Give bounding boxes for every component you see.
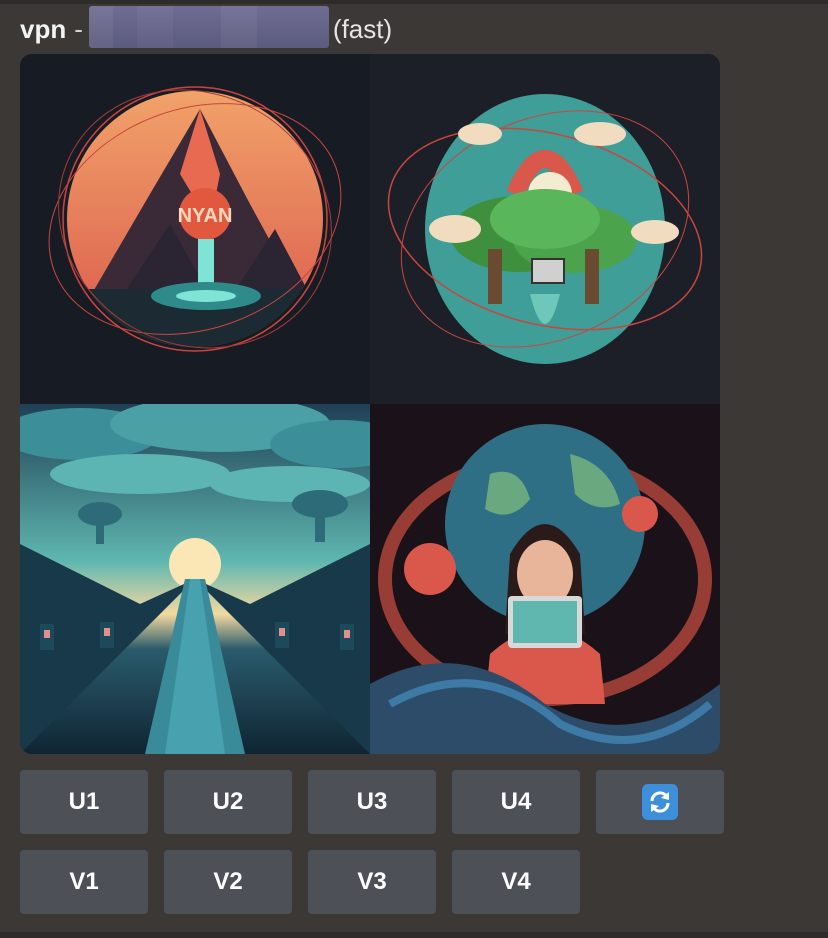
upscale-row: U1 U2 U3 U4 <box>20 770 724 834</box>
message-header: vpn - (fast) <box>20 6 393 48</box>
tree-globe-illustration <box>370 54 720 404</box>
refresh-icon <box>642 784 678 820</box>
image-tile-2[interactable] <box>370 54 720 404</box>
variation-row: V1 V2 V3 V4 <box>20 850 580 914</box>
redacted-prompt <box>88 6 329 48</box>
top-divider <box>0 0 828 4</box>
u2-button[interactable]: U2 <box>164 770 292 834</box>
image-tile-3[interactable] <box>20 404 370 754</box>
reroll-button[interactable] <box>596 770 724 834</box>
v4-button[interactable]: V4 <box>452 850 580 914</box>
u4-button[interactable]: U4 <box>452 770 580 834</box>
valley-road-illustration <box>20 404 370 754</box>
v1-button[interactable]: V1 <box>20 850 148 914</box>
v3-button[interactable]: V3 <box>308 850 436 914</box>
girl-globe-illustration <box>370 404 720 754</box>
v2-button[interactable]: V2 <box>164 850 292 914</box>
image-grid[interactable]: NYAN <box>20 54 720 754</box>
image-tile-1[interactable]: NYAN <box>20 54 370 404</box>
bottom-divider <box>0 932 828 938</box>
mountain-illustration: NYAN <box>20 54 370 404</box>
mode-suffix: (fast) <box>332 13 393 44</box>
u3-button[interactable]: U3 <box>308 770 436 834</box>
nyan-sign: NYAN <box>178 205 233 227</box>
separator: - <box>74 13 83 44</box>
image-tile-4[interactable] <box>370 404 720 754</box>
bot-name[interactable]: vpn <box>20 14 66 45</box>
u1-button[interactable]: U1 <box>20 770 148 834</box>
